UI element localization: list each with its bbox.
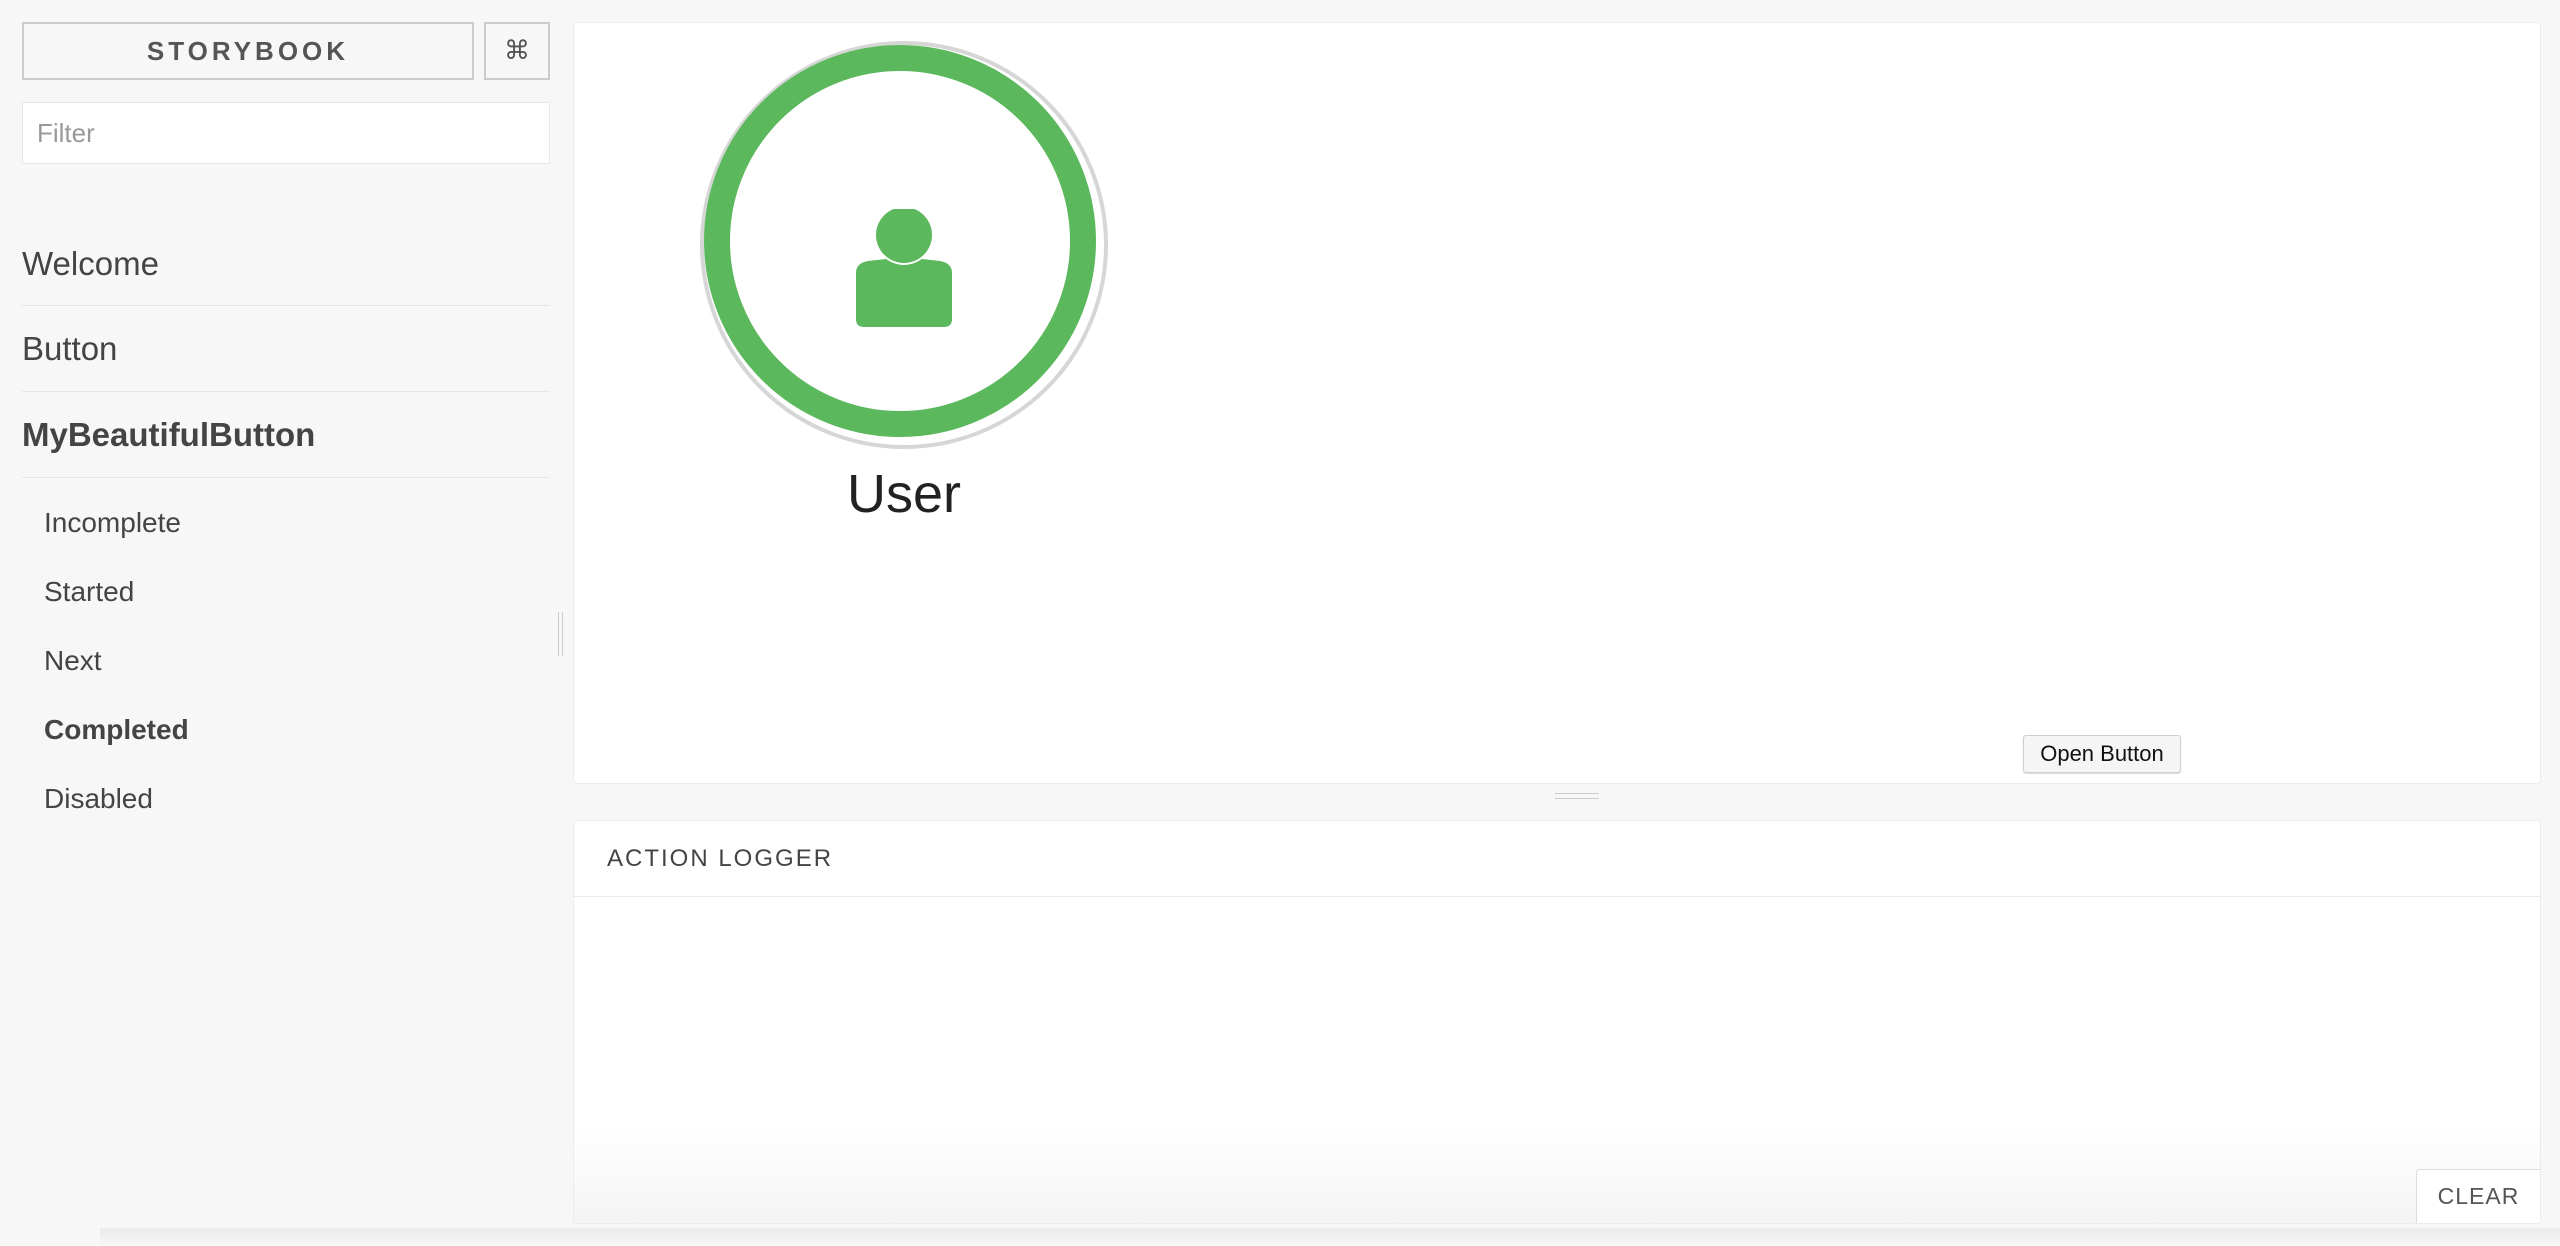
addon-panel: ACTION LOGGER CLEAR (573, 820, 2541, 1224)
open-button[interactable]: Open Button (2023, 735, 2181, 773)
nav-kind-mybeautifulbutton[interactable]: MyBeautifulButton (22, 392, 550, 478)
story-completed[interactable]: Completed (22, 695, 550, 764)
user-avatar-button[interactable] (700, 41, 1108, 449)
story-started[interactable]: Started (22, 557, 550, 626)
stories-nav: Welcome Button MyBeautifulButton Incompl… (22, 222, 550, 833)
sidebar-resize-handle[interactable] (558, 612, 563, 656)
story-incomplete[interactable]: Incomplete (22, 488, 550, 557)
nav-kind-welcome[interactable]: Welcome (22, 222, 550, 306)
clear-button[interactable]: CLEAR (2416, 1169, 2540, 1223)
sidebar: STORYBOOK ⌘ Welcome Button MyBeautifulBu… (0, 0, 560, 1246)
panel-resize-handle[interactable] (1555, 793, 1599, 799)
filter-input[interactable] (22, 102, 550, 164)
keyboard-shortcuts-button[interactable]: ⌘ (484, 22, 550, 80)
story-disabled[interactable]: Disabled (22, 764, 550, 833)
bottom-shadow (100, 1228, 2560, 1246)
command-key-icon: ⌘ (504, 36, 530, 66)
avatar-label: User (846, 464, 961, 524)
nav-kind-button[interactable]: Button (22, 306, 550, 392)
story-list: Incomplete Started Next Completed Disabl… (22, 488, 550, 833)
sidebar-header: STORYBOOK ⌘ (22, 22, 550, 80)
action-log-area (574, 898, 2540, 1223)
story-next[interactable]: Next (22, 626, 550, 695)
tab-action-logger[interactable]: ACTION LOGGER (607, 845, 833, 873)
addon-tab-bar: ACTION LOGGER (574, 821, 2540, 897)
storybook-brand-button[interactable]: STORYBOOK (22, 22, 474, 80)
preview-frame: User Open Button (573, 22, 2541, 784)
user-icon (856, 209, 952, 327)
